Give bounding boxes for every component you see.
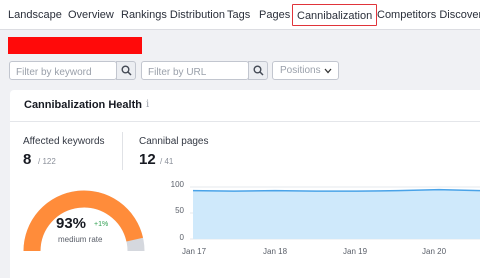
- gauge-percent: 93%: [56, 215, 87, 232]
- tab-landscape[interactable]: Landscape: [8, 9, 62, 21]
- gauge-label: medium rate: [58, 235, 103, 244]
- y-tick-label: 0: [179, 233, 184, 242]
- positions-dropdown-label: Positions: [280, 65, 321, 76]
- card-divider: [10, 121, 480, 122]
- card-title: Cannibalization Health: [24, 99, 142, 111]
- x-tick-label: Jan 17: [182, 247, 207, 256]
- keyword-search-button[interactable]: [116, 61, 136, 80]
- keyword-filter-input[interactable]: [10, 64, 116, 81]
- positions-dropdown[interactable]: Positions: [272, 61, 339, 80]
- gauge-delta: +1%: [94, 221, 109, 228]
- affected-keywords-label: Affected keywords: [23, 136, 105, 147]
- redacted-project-name: [8, 37, 142, 54]
- affected-keywords-total: / 122: [38, 157, 56, 166]
- tab-tags[interactable]: Tags: [227, 9, 250, 21]
- chevron-down-icon: [324, 68, 332, 74]
- cannibal-pages-label: Cannibal pages: [139, 136, 209, 147]
- chart-area: [193, 189, 480, 239]
- search-icon: [253, 65, 264, 76]
- report-tabs: Landscape Overview Rankings Distribution…: [0, 0, 480, 30]
- health-trend-chart: [190, 186, 480, 240]
- cannibal-pages-total: / 41: [160, 157, 174, 166]
- cannibal-pages-value: 12: [139, 151, 156, 168]
- tab-cannibalization[interactable]: Cannibalization: [292, 4, 378, 26]
- cannibalization-health-card: Cannibalization Health i Affected keywor…: [10, 90, 480, 278]
- info-icon[interactable]: i: [146, 99, 149, 110]
- y-tick-label: 100: [170, 180, 184, 189]
- keyword-filter-field[interactable]: [9, 61, 117, 81]
- x-tick-label: Jan 20: [422, 247, 447, 256]
- affected-keywords-value: 8: [23, 151, 32, 168]
- tab-pages[interactable]: Pages: [259, 9, 290, 21]
- y-tick-label: 50: [175, 206, 184, 215]
- search-icon: [121, 65, 132, 76]
- metrics-divider: [122, 132, 123, 170]
- url-filter-input[interactable]: [142, 64, 248, 81]
- tab-competitors-discovery[interactable]: Competitors Discovery: [377, 9, 480, 21]
- x-tick-label: Jan 19: [343, 247, 368, 256]
- x-tick-label: Jan 18: [263, 247, 288, 256]
- url-filter-field[interactable]: [141, 61, 249, 81]
- tab-overview[interactable]: Overview: [68, 9, 114, 21]
- url-search-button[interactable]: [248, 61, 268, 80]
- tab-rankings-distribution[interactable]: Rankings Distribution: [121, 9, 225, 21]
